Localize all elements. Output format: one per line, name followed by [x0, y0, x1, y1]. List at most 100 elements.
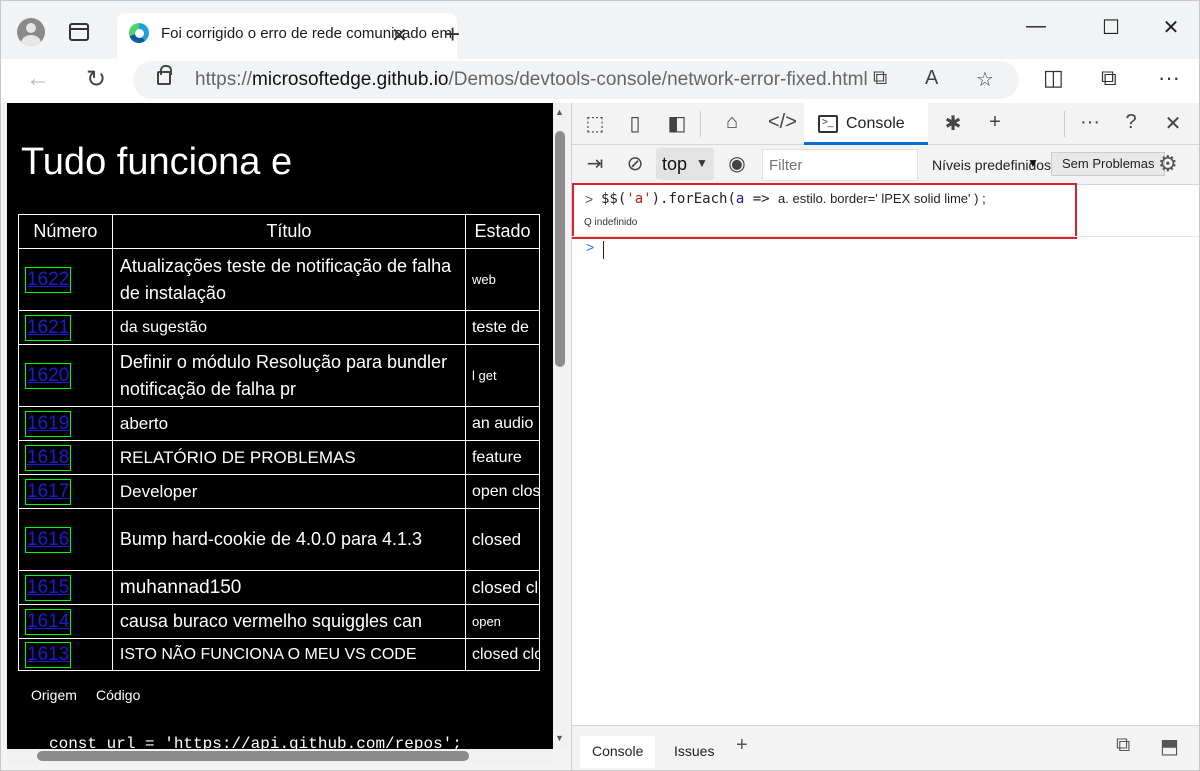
toolbar-divider [700, 111, 701, 137]
clear-console-icon[interactable]: ⊘ [622, 151, 648, 176]
input-chevron-icon: > [585, 191, 594, 207]
devtools-panel: ⬚ ▯ ◧ ⌂ </> >_ Console ✱ + ··· ? ✕ ⇥ ⊘ t… [571, 103, 1199, 770]
devtools-drawer: Console Issues + ⧉ ⬒ [572, 725, 1199, 770]
add-tab-icon[interactable]: + [982, 111, 1008, 134]
drawer-tab-console[interactable]: Console [580, 736, 656, 768]
horizontal-scroll-thumb[interactable] [37, 751, 469, 761]
table-row: 1614 causa buraco vermelho squiggles can… [18, 604, 541, 639]
issue-link[interactable]: 1622 [25, 266, 72, 293]
issue-link[interactable]: 1613 [25, 641, 72, 668]
table-row: 1617 Developer open closed [18, 474, 541, 509]
devtools-tab-bar: ⬚ ▯ ◧ ⌂ </> >_ Console ✱ + ··· ? ✕ [572, 103, 1199, 145]
welcome-home-icon[interactable]: ⌂ [719, 111, 745, 134]
issue-state: an audio [464, 406, 541, 441]
tab-console[interactable]: >_ Console [804, 103, 928, 145]
header-state: Estado [464, 214, 541, 249]
issue-title: muhannad150 [111, 570, 466, 605]
inspect-element-icon[interactable]: ⬚ [582, 111, 608, 136]
prompt-chevron-icon: > [586, 239, 595, 255]
console-toolbar: ⇥ ⊘ top ▼ ◉ Níveis predefinidos ▼ Sem Pr… [572, 145, 1199, 185]
issue-link[interactable]: 1615 [25, 574, 72, 601]
vertical-scroll-thumb[interactable] [555, 131, 565, 367]
back-arrow-icon[interactable]: ← [23, 65, 53, 93]
favorite-star-icon[interactable]: ☆ [976, 67, 994, 92]
issue-link[interactable]: 1618 [25, 444, 72, 471]
horizontal-scrollbar[interactable] [7, 749, 553, 763]
table-row: 1622 Atualizações teste de notificação d… [18, 248, 541, 311]
drawer-tab-issues[interactable]: Issues [662, 736, 726, 768]
log-levels-dropdown[interactable]: Níveis predefinidos [932, 157, 1060, 173]
help-icon[interactable]: ? [1118, 111, 1144, 134]
more-tools-icon[interactable]: ··· [1077, 111, 1103, 134]
close-window-icon[interactable]: ✕ [1156, 15, 1186, 40]
quick-view-icon[interactable]: ⧉ [1116, 734, 1130, 757]
levels-chevron-icon[interactable]: ▼ [1027, 156, 1039, 170]
split-screen-icon[interactable]: ◫ [1043, 65, 1064, 91]
close-devtools-icon[interactable]: ✕ [1160, 111, 1186, 136]
tab-actions-icon[interactable] [69, 23, 89, 41]
code-snippet: const url = 'https://api.github.com/repo… [49, 735, 462, 749]
table-row: 1620 Definir o módulo Resolução para bun… [18, 344, 541, 407]
debug-bug-icon[interactable]: ✱ [940, 111, 966, 136]
issue-link[interactable]: 1617 [25, 478, 72, 505]
issue-title: Atualizações teste de notificação de fal… [111, 248, 466, 311]
collections-icon[interactable]: ⧉ [1101, 65, 1117, 91]
url-text[interactable]: https://microsoftedge.github.io/Demos/de… [195, 69, 868, 91]
tab-close-icon[interactable]: ✕ [391, 23, 408, 48]
dock-side-icon[interactable]: ◧ [664, 111, 690, 136]
header-title: Título [111, 214, 466, 249]
device-emulation-icon[interactable]: ▯ [622, 111, 648, 136]
console-input-line[interactable]: $$('a').forEach(a => a. estilo. border='… [601, 191, 986, 207]
issue-title: causa buraco vermelho squiggles can [111, 604, 466, 639]
refresh-icon[interactable]: ↻ [81, 65, 111, 94]
live-expression-eye-icon[interactable]: ◉ [724, 151, 750, 176]
lock-icon[interactable] [157, 65, 172, 85]
drawer-add-tab-icon[interactable]: + [736, 734, 748, 757]
issue-link[interactable]: 1616 [25, 526, 72, 553]
dock-drawer-icon[interactable]: ⬒ [1160, 734, 1179, 759]
issue-title: Bump hard-cookie de 4.0.0 para 4.1.3 [111, 508, 466, 571]
more-options-icon[interactable]: ··· [1158, 65, 1180, 91]
minimize-icon[interactable]: — [1021, 15, 1051, 38]
title-bar: Foi corrigido o erro de rede comunicado … [1, 1, 1199, 59]
console-result: Q indefinido [584, 217, 638, 228]
filter-input[interactable] [769, 157, 909, 174]
address-bar[interactable]: https://microsoftedge.github.io/Demos/de… [133, 61, 1019, 99]
app-available-icon[interactable]: ⧉ [873, 67, 887, 90]
issue-state: feature [464, 440, 541, 475]
code-link[interactable]: Código [96, 687, 140, 703]
chevron-down-icon: ▼ [696, 156, 708, 170]
context-value: top [662, 154, 688, 174]
browser-tab[interactable]: Foi corrigido o erro de rede comunicado … [117, 13, 460, 59]
issue-link[interactable]: 1614 [25, 608, 72, 635]
issue-title: Definir o módulo Resolução para bundler … [111, 344, 466, 407]
header-number: Número [18, 214, 113, 249]
console-prompt-caret[interactable] [603, 241, 604, 259]
read-aloud-icon[interactable]: A [925, 67, 938, 90]
scroll-up-icon[interactable]: ▲ [555, 107, 564, 117]
console-settings-gear-icon[interactable]: ⚙ [1158, 151, 1178, 177]
issue-link[interactable]: 1621 [25, 314, 72, 341]
issue-link[interactable]: 1619 [25, 410, 72, 437]
vertical-scrollbar[interactable]: ▲ ▼ [553, 103, 567, 749]
issues-button[interactable]: Sem Problemas [1051, 152, 1166, 176]
context-select[interactable]: top ▼ [656, 148, 714, 180]
issue-title: da sugestão [111, 310, 466, 345]
scroll-down-icon[interactable]: ▼ [555, 733, 564, 743]
show-sidebar-icon[interactable]: ⇥ [582, 151, 608, 176]
source-link[interactable]: Origem [31, 687, 77, 703]
web-page: Tudo funciona e Número Título Estado 162… [7, 103, 553, 749]
filter-field[interactable] [762, 149, 918, 181]
toolbar-divider [1064, 111, 1065, 137]
profile-avatar-icon[interactable] [17, 18, 45, 46]
maximize-icon[interactable]: ☐ [1096, 15, 1126, 40]
table-row: 1621 da sugestão teste de [18, 310, 541, 345]
new-tab-icon[interactable]: + [445, 19, 460, 50]
issue-state: open [464, 604, 541, 639]
issue-state: open closed [464, 474, 541, 509]
issue-link[interactable]: 1620 [25, 362, 72, 389]
elements-tab-icon[interactable]: </> [768, 111, 797, 134]
edge-favicon-icon [129, 23, 149, 43]
issue-state: teste de [464, 310, 541, 345]
issue-title: RELATÓRIO DE PROBLEMAS [111, 440, 466, 475]
